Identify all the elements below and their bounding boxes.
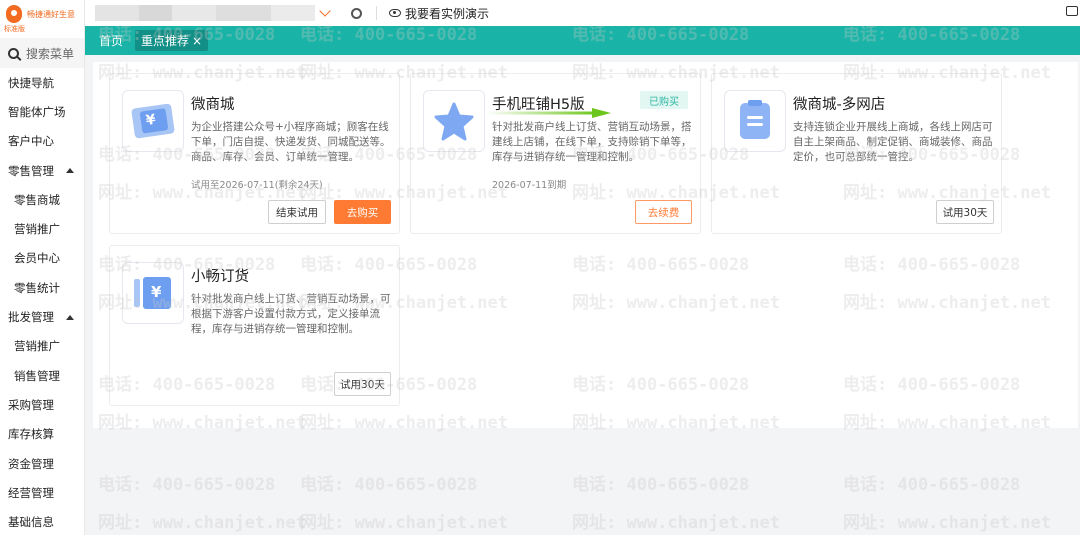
account-selector-blurred[interactable] [95,5,315,21]
sidebar-item[interactable]: 基础信息 [0,507,84,535]
tab-home[interactable]: 首页 [99,32,123,49]
sidebar-item-label: 会员中心 [14,251,60,266]
watermark-text: 电话: 400-665-0028 [98,475,276,495]
search-icon [8,47,19,59]
sidebar-item[interactable]: 零售商城 [0,185,84,214]
gear-icon[interactable] [351,7,362,19]
purchased-badge: 已购买 [640,91,688,109]
watermark-text: 电话: 400-665-0028 [843,475,1021,495]
logo[interactable]: 标准版 畅捷通好生意 [0,0,84,36]
sidebar-item[interactable]: 资金管理 [0,449,84,478]
caret-up-icon [66,168,74,174]
sidebar-item-label: 基础信息 [8,515,54,530]
sidebar-item-label: 资金管理 [8,456,54,471]
card-description: 为企业搭建公众号+小程序商城；顾客在线下单，门店自提、快递发货、同城配送等。商品… [191,121,391,163]
sidebar-item[interactable]: 库存核算 [0,420,84,449]
logo-text: 畅捷通好生意 [27,10,75,19]
sidebar-item-label: 客户中心 [8,134,54,149]
menu-search[interactable]: 搜索菜单 [0,38,84,68]
sidebar-item-label: 销售管理 [14,368,60,383]
sidebar-item[interactable]: 经营管理 [0,478,84,507]
logo-version: 标准版 [4,25,25,33]
sidebar-item[interactable]: 采购管理 [0,390,84,419]
watermark-text: 网址: www.chanjet.net [300,513,508,533]
watermark-text: 电话: 400-665-0028 [300,475,478,495]
sidebar-item-label: 库存核算 [8,427,54,442]
sidebar-item[interactable]: 零售统计 [0,273,84,302]
sidebar: 标准版 畅捷通好生意 搜索菜单 快捷导航智能体广场客户中心零售管理零售商城营销推… [0,0,85,535]
trial-button[interactable]: 试用30天 [334,372,391,396]
card-description: 支持连锁企业开展线上商城，各线上网店可自主上架商品、制定促销、商城装修、商品定价… [793,121,993,163]
sidebar-item-label: 零售商城 [14,192,60,207]
watermark-text: 网址: www.chanjet.net [98,513,306,533]
sidebar-item[interactable]: 客户中心 [0,127,84,156]
star-icon [423,90,485,152]
order-book-icon: ¥ [122,262,184,324]
renew-button[interactable]: 去续费 [635,200,692,224]
card-description: 针对批发商户线上订货、营销互动场景，可根据下游客户设置付款方式，定义接单流程，库… [191,293,391,335]
logo-icon: 标准版 [4,3,25,33]
sidebar-item-label: 采购管理 [8,397,54,412]
divider [376,6,377,20]
trial-button[interactable]: 试用30天 [936,200,994,224]
watermark-text: 网址: www.chanjet.net [843,513,1051,533]
sidebar-item-label: 营销推广 [14,222,60,237]
chevron-down-icon[interactable] [319,5,331,17]
card-micro-mall: ¥ 微商城 为企业搭建公众号+小程序商城；顾客在线下单，门店自提、快递发货、同城… [109,73,400,234]
sidebar-item-label: 智能体广场 [8,104,66,119]
buy-button[interactable]: 去购买 [334,200,391,224]
sidebar-item-label: 营销推广 [14,339,60,354]
card-description: 针对批发商户线上订货、营销互动场景，搭建线上店铺，在线下单，支持赊销下单等，库存… [492,121,692,163]
tab-featured[interactable]: 重点推荐 × [135,30,209,51]
sidebar-item[interactable]: 零售管理 [0,156,84,185]
card-mobile-shop-h5: 手机旺铺H5版 已购买 针对批发商户线上订货、营销互动场景，搭建线上店铺，在线下… [410,73,701,234]
top-bar: 我要看实例演示 [85,0,1080,26]
sidebar-item-label: 批发管理 [8,310,54,325]
search-label: 搜索菜单 [26,46,75,61]
sidebar-item[interactable]: 批发管理 [0,302,84,331]
main-panel: ¥ 微商城 为企业搭建公众号+小程序商城；顾客在线下单，门店自提、快递发货、同城… [93,62,1078,428]
sidebar-item[interactable]: 智能体广场 [0,97,84,126]
sidebar-item[interactable]: 营销推广 [0,332,84,361]
sidebar-item-label: 零售管理 [8,163,54,178]
card-xiaochang-order: ¥ 小畅订货 针对批发商户线上订货、营销互动场景，可根据下游客户设置付款方式，定… [109,245,400,406]
eye-icon [389,9,401,17]
close-icon[interactable]: × [192,34,202,48]
caret-up-icon [66,314,74,320]
tab-bar: 首页 重点推荐 × [85,26,1080,55]
sidebar-item-label: 零售统计 [14,280,60,295]
sidebar-item[interactable]: 会员中心 [0,244,84,273]
chat-icon[interactable] [1066,6,1078,16]
card-title: 微商城 [191,97,235,113]
ticket-yuan-icon: ¥ [122,90,184,152]
watermark-text: 电话: 400-665-0028 [572,475,750,495]
end-trial-button[interactable]: 结束试用 [268,200,326,224]
card-title: 微商城-多网店 [793,97,886,113]
demo-link[interactable]: 我要看实例演示 [405,5,489,22]
sidebar-item[interactable]: 销售管理 [0,361,84,390]
watermark-text: 网址: www.chanjet.net [572,513,780,533]
sidebar-item-label: 快捷导航 [8,75,54,90]
tab-featured-label: 重点推荐 [141,34,190,48]
card-trial-note: 试用至2026-07-11(剩余24天) [191,180,323,191]
sidebar-item[interactable]: 快捷导航 [0,68,84,97]
card-multi-store: 微商城-多网店 支持连锁企业开展线上商城，各线上网店可自主上架商品、制定促销、商… [711,73,1002,234]
card-expiry-note: 2026-07-11到期 [492,180,567,191]
document-icon [724,90,786,152]
sidebar-menu: 快捷导航 智能体广场 客户中心 零售管理 零售商城 营销推广 会员中心 零售统计 批发管理 营销推… [0,68,84,535]
card-title: 小畅订货 [191,269,249,285]
sidebar-item[interactable]: 营销推广 [0,214,84,243]
sidebar-item-label: 经营管理 [8,485,54,500]
annotation-arrow-icon [486,108,611,118]
